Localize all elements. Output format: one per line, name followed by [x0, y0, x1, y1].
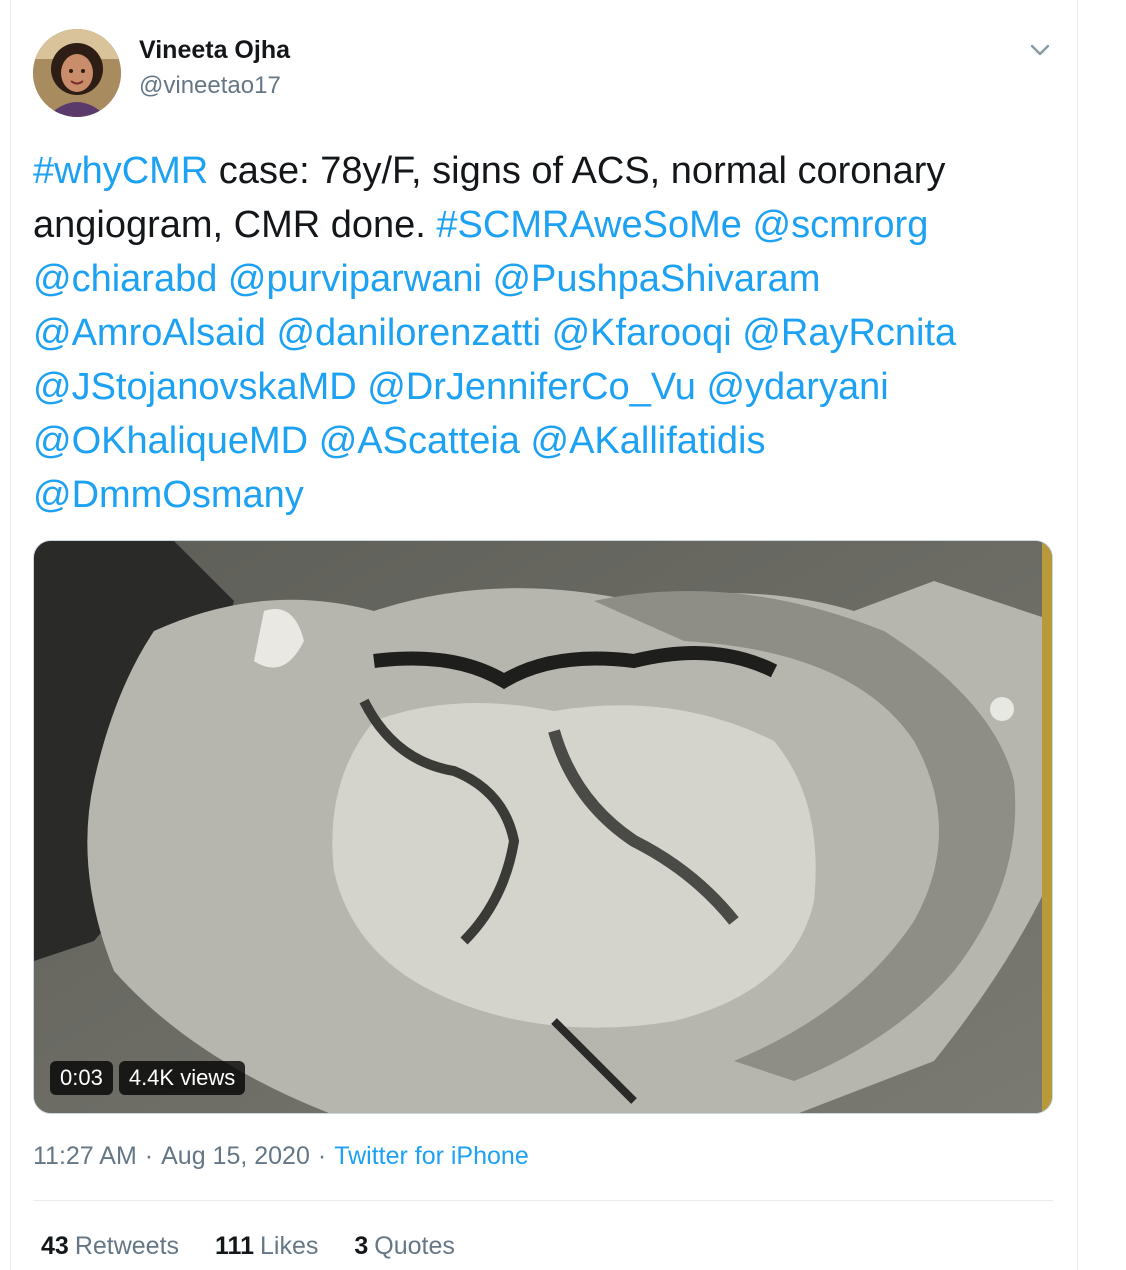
likes-stat[interactable]: 111 Likes [215, 1232, 318, 1261]
mention-link[interactable]: @JStojanovskaMD [33, 366, 357, 408]
mention-link[interactable]: @chiarabd [33, 258, 217, 300]
mention-link[interactable]: @DrJenniferCo_Vu [367, 366, 696, 408]
likes-label: Likes [259, 1232, 319, 1260]
likes-count: 111 [215, 1232, 254, 1260]
mention-link[interactable]: @DmmOsmany [33, 474, 304, 516]
tweet-text-segment [482, 258, 493, 300]
tweet-text-segment [520, 420, 531, 462]
mention-link[interactable]: @Kfarooqi [552, 312, 732, 354]
tweet-meta: 11:27 AM · Aug 15, 2020 · Twitter for iPhone [33, 1142, 529, 1171]
tweet-time[interactable]: 11:27 AM [33, 1142, 137, 1170]
mention-link[interactable]: @OKhaliqueMD [33, 420, 308, 462]
retweets-label: Retweets [74, 1232, 180, 1260]
mention-link[interactable]: @scmrorg [753, 204, 929, 246]
retweets-count: 43 [41, 1232, 69, 1260]
tweet-text-segment [308, 420, 319, 462]
video-duration: 0:03 [50, 1061, 113, 1095]
video-player[interactable]: 0:03 4.4K views [33, 540, 1053, 1114]
hashtag-link[interactable]: #SCMRAweSoMe [436, 204, 742, 246]
mention-link[interactable]: @PushpaShivaram [492, 258, 820, 300]
chevron-down-icon[interactable] [1026, 36, 1054, 64]
tweet-text-segment [732, 312, 743, 354]
tweet-stats: 43 Retweets 111 Likes 3 Quotes [41, 1232, 455, 1261]
tweet-text: #whyCMR case: 78y/F, signs of ACS, norma… [33, 144, 1033, 522]
video-badges: 0:03 4.4K views [50, 1061, 246, 1095]
tweet-source-link[interactable]: Twitter for iPhone [334, 1142, 529, 1170]
tweet-text-segment [217, 258, 228, 300]
avatar-photo-icon [33, 29, 121, 117]
tweet-text-segment [696, 366, 707, 408]
avatar[interactable] [33, 29, 121, 117]
tweet-date[interactable]: Aug 15, 2020 [161, 1142, 310, 1170]
mention-link[interactable]: @danilorenzatti [276, 312, 541, 354]
mention-link[interactable]: @purviparwani [228, 258, 482, 300]
tweet-text-segment [541, 312, 552, 354]
mention-link[interactable]: @AmroAlsaid [33, 312, 266, 354]
tweet-text-segment [357, 366, 368, 408]
video-views: 4.4K views [118, 1061, 246, 1095]
quotes-label: Quotes [374, 1232, 455, 1260]
hashtag-link[interactable]: #whyCMR [33, 150, 208, 192]
author-handle[interactable]: @vineetao17 [139, 72, 281, 100]
tweet-text-segment [742, 204, 753, 246]
mention-link[interactable]: @RayRcnita [742, 312, 956, 354]
divider [33, 1200, 1053, 1201]
mention-link[interactable]: @AScatteia [319, 420, 520, 462]
cmr-video-frame [34, 541, 1052, 1113]
meta-separator: · [144, 1142, 154, 1170]
meta-separator: · [317, 1142, 327, 1170]
quotes-stat[interactable]: 3 Quotes [354, 1232, 455, 1261]
tweet-text-segment [266, 312, 277, 354]
mention-link[interactable]: @ydaryani [706, 366, 888, 408]
retweets-stat[interactable]: 43 Retweets [41, 1232, 179, 1261]
quotes-count: 3 [354, 1232, 369, 1260]
author-name[interactable]: Vineeta Ojha [139, 36, 290, 65]
mention-link[interactable]: @AKallifatidis [531, 420, 766, 462]
